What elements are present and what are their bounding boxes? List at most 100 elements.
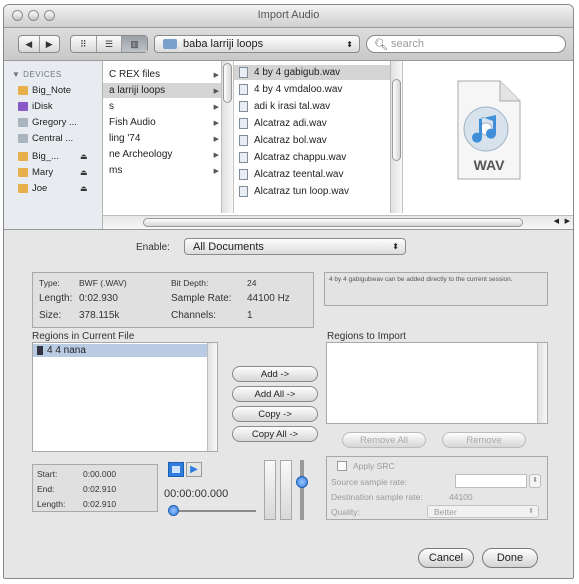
disclosure-arrow-icon: ▶ [213,87,219,95]
sidebar-item[interactable]: iDisk [18,99,53,113]
folder-row[interactable]: Fish Audio ▶ [103,115,233,130]
position-slider-knob[interactable] [168,505,179,516]
file-row[interactable]: Alcatraz adi.wav [234,116,402,131]
region-row[interactable]: 4 4 nana [33,344,207,357]
volume-slider-knob[interactable] [296,476,308,488]
disclosure-arrow-icon: ▶ [213,119,219,127]
wav-badge: WAV [473,157,505,173]
add-all-button[interactable]: Add All -> [232,386,318,402]
region-info-box: Start: 0:00.000 End: 0:02.910 Length: 0:… [32,464,158,512]
nav-back-forward: ◀ ▶ [18,35,60,53]
file-row[interactable]: 4 by 4 gabigub.wav [234,65,402,80]
folder-row[interactable]: ling '74 ▶ [103,131,233,146]
file-row[interactable]: adi k irasi tal.wav [234,99,402,114]
play-button[interactable]: ▶ [186,462,202,477]
folder-row[interactable]: ms ▶ [103,163,233,178]
file-row[interactable]: Alcatraz tun loop.wav [234,184,402,199]
volume-slider[interactable] [296,460,308,520]
forward-arrow-icon[interactable]: ▶ [40,36,60,52]
quality-popup[interactable]: Better ⬍ [427,505,539,518]
playback-time: 00:00:00.000 [164,488,229,500]
size-label: Size: [39,310,62,321]
apply-src-label: Apply SRC [353,461,395,471]
sidebar-item[interactable]: Mary ⏏ [18,165,88,179]
copy-button[interactable]: Copy -> [232,406,318,422]
sidebar-item-label: Gregory ... [32,116,77,128]
channels-label: Channels: [171,310,217,321]
disclosure-arrow-icon: ▶ [213,71,219,79]
bit-depth-label: Bit Depth: [171,278,209,288]
drive-icon [18,167,28,177]
regions-current-list[interactable]: 4 4 nana [32,342,218,452]
sidebar-item[interactable]: Central ... [18,131,73,145]
folder-row[interactable]: a larriji loops ▶ [103,83,233,98]
disclosure-arrow-icon: ▶ [213,151,219,159]
folder-row[interactable]: ne Archeology ▶ [103,147,233,162]
search-placeholder: search [390,38,424,50]
folder-column-scrollbar[interactable] [221,61,233,213]
done-button[interactable]: Done [482,548,538,568]
eject-icon[interactable]: ⏏ [80,184,88,193]
search-field[interactable]: 🔍︎ search [366,35,566,53]
cancel-button[interactable]: Cancel [418,548,474,568]
remove-all-button[interactable]: Remove All [342,432,426,448]
end-label: End: [37,484,55,494]
file-row[interactable]: Alcatraz teental.wav [234,167,402,182]
file-row[interactable]: 4 by 4 vmdaloo.wav [234,82,402,97]
regions-import-list[interactable] [326,342,548,424]
sidebar-item[interactable]: Big_Note [18,83,71,97]
sidebar-item-label: Central ... [32,132,74,144]
stop-button[interactable] [168,462,184,477]
search-icon: 🔍︎ [374,38,388,51]
copy-all-button[interactable]: Copy All -> [232,426,318,442]
source-rate-stepper[interactable]: ⬍ [529,474,541,488]
audio-file-icon [239,101,248,112]
sidebar-item[interactable]: Joe ⏏ [18,181,88,195]
back-arrow-icon[interactable]: ◀ [19,36,40,52]
remove-button[interactable]: Remove [442,432,526,448]
toolbar: ◀ ▶ ⠿ ☰ ▥ baba larriji loops ⬍ 🔍︎ search [4,28,573,61]
dest-rate-value: 44100 [449,492,473,502]
file-column-scrollbar[interactable] [390,61,402,213]
folder-row[interactable]: C REX files ▶ [103,67,233,82]
updown-arrows-icon: ⬍ [392,242,399,251]
file-row[interactable]: Alcatraz bol.wav [234,133,402,148]
sidebar-item-label: iDisk [32,100,53,112]
sidebar-item[interactable]: Big_... ⏏ [18,149,88,163]
apply-src-checkbox[interactable] [337,461,347,471]
play-icon: ▶ [190,464,198,475]
eject-icon[interactable]: ⏏ [80,152,88,161]
file-label: Alcatraz tun loop.wav [254,186,350,197]
folder-label: ms [109,165,123,176]
file-row[interactable]: Alcatraz chappu.wav [234,150,402,165]
scroll-left-arrow-icon[interactable]: ◀ [554,217,559,225]
audio-file-icon [239,67,248,78]
list-view-icon[interactable]: ☰ [97,36,123,52]
scroll-right-arrow-icon[interactable]: ▶ [565,217,570,225]
drive-icon [18,133,28,143]
folder-icon [163,39,177,49]
enable-popup[interactable]: All Documents ⬍ [184,238,406,255]
position-slider[interactable] [168,505,256,516]
folder-label: Fish Audio [109,117,156,128]
column-view-icon[interactable]: ▥ [122,36,148,52]
folder-label: ne Archeology [109,149,173,160]
audio-file-icon [239,169,248,180]
folder-row[interactable]: s ▶ [103,99,233,114]
drive-icon [18,117,28,127]
browser-horizontal-scrollbar[interactable]: ◀ ▶ [103,215,573,229]
quality-value: Better [434,507,457,517]
icon-view-icon[interactable]: ⠿ [71,36,97,52]
eject-icon[interactable]: ⏏ [80,168,88,177]
regions-current-scrollbar[interactable] [207,343,217,451]
add-button[interactable]: Add -> [232,366,318,382]
region-length-label: Length: [37,499,66,509]
end-value: 0:02.910 [83,484,117,494]
src-group: Apply SRC Source sample rate: ⬍ Destinat… [326,456,548,520]
regions-import-scrollbar[interactable] [537,343,547,423]
source-rate-field[interactable] [455,474,527,488]
folder-label: s [109,101,114,112]
sidebar-item[interactable]: Gregory ... [18,115,77,129]
location-popup[interactable]: baba larriji loops ⬍ [154,35,360,53]
start-label: Start: [37,469,58,479]
